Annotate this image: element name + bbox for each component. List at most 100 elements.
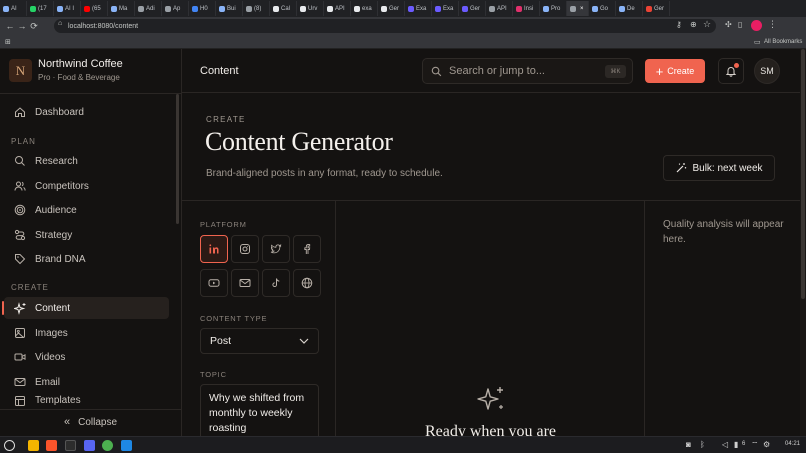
sidebar-item-email[interactable]: Email [4, 371, 169, 393]
browser-tab[interactable]: (65 [81, 1, 108, 16]
reload-icon[interactable]: ⟳ [28, 21, 40, 32]
sidepanel-icon[interactable]: ▯ [738, 20, 742, 29]
browser-tab[interactable]: Ger [378, 1, 405, 16]
sidebar-item-strategy[interactable]: Strategy [4, 224, 169, 246]
tiktok-icon [270, 277, 282, 289]
address-bar[interactable]: ⌂ localhost:8080/content [54, 19, 716, 33]
sidebar-item-videos[interactable]: Videos [4, 346, 169, 368]
browser-tab[interactable]: Exa [405, 1, 432, 16]
files-icon[interactable] [28, 440, 39, 451]
hero-title: Content Generator [205, 127, 393, 156]
sidebar-scrollbar[interactable] [176, 94, 179, 224]
browser-tab[interactable]: Pro [540, 1, 567, 16]
tab-label: API [497, 5, 507, 12]
topic-textarea[interactable]: Why we shifted from monthly to weekly ro… [200, 384, 319, 444]
zoom-icon[interactable]: ⊕ [690, 20, 697, 29]
browser-tab[interactable]: AI I [54, 1, 81, 16]
tab-close-icon[interactable]: × [580, 6, 584, 12]
platform-button-mail[interactable] [231, 269, 259, 297]
collapse-button[interactable]: « Collapse [64, 414, 117, 430]
browser-tab[interactable]: (17 [27, 1, 54, 16]
home-icon [8, 106, 32, 118]
platform-button-instagram[interactable] [231, 235, 259, 263]
volume-icon[interactable]: ◁ [722, 440, 728, 449]
create-button[interactable]: + Create [645, 59, 705, 83]
platform-button-twitter[interactable] [262, 235, 290, 263]
chrome-icon[interactable] [102, 440, 113, 451]
app-icon[interactable] [121, 440, 132, 451]
gamepad-icon[interactable]: ◙ [686, 440, 691, 449]
sidebar-item-competitors[interactable]: Competitors [4, 175, 169, 197]
browser-tab-strip: AI (17 AI I (65 Ma Adi Ap H0 Bui (8) Cal Urv API exa G… [0, 0, 806, 17]
browser-tab[interactable]: Ger [643, 1, 670, 16]
browser-tab[interactable]: Insi [513, 1, 540, 16]
discord-icon[interactable] [84, 440, 95, 451]
brave-icon[interactable] [46, 440, 57, 451]
sidebar-item-templates[interactable]: Templates [4, 395, 169, 409]
sidebar-item-dashboard[interactable]: Dashboard [4, 101, 169, 123]
sidebar-item-audience[interactable]: Audience [4, 199, 169, 221]
platform-button-globe[interactable] [293, 269, 321, 297]
tab-favicon-icon [165, 5, 171, 12]
sidebar-item-images[interactable]: Images [4, 322, 169, 344]
forward-icon[interactable]: → [16, 21, 28, 31]
password-key-icon[interactable]: ⚷ [676, 20, 682, 29]
brand-logo[interactable]: N [9, 59, 32, 82]
bookmark-star-icon[interactable]: ☆ [703, 19, 711, 30]
browser-tab[interactable]: (8) [243, 1, 270, 16]
platform-button-tiktok[interactable] [262, 269, 290, 297]
notifications-button[interactable] [718, 58, 744, 84]
top-header: Content Search or jump to... ⌘K + Create… [182, 49, 806, 93]
browser-tab[interactable]: Cal [270, 1, 297, 16]
page-hero: CREATE Content Generator Brand-aligned p… [182, 93, 806, 201]
browser-tab[interactable]: H0 [189, 1, 216, 16]
browser-tab[interactable]: Exa [432, 1, 459, 16]
search-input[interactable]: Search or jump to... ⌘K [422, 58, 633, 84]
content-type-select[interactable]: Post [200, 328, 319, 354]
tab-label: Ma [119, 5, 128, 12]
profile-avatar[interactable] [751, 20, 762, 31]
wifi-icon[interactable]: ⌔ [751, 440, 759, 450]
apps-grid-icon[interactable]: ⊞ [5, 38, 11, 46]
sidebar-item-brand-dna[interactable]: Brand DNA [4, 248, 169, 270]
site-info-icon[interactable]: ⌂ [58, 20, 62, 27]
page-scrollbar[interactable] [800, 49, 806, 436]
platform-button-linkedin[interactable] [200, 235, 228, 263]
browser-tab[interactable]: Go [589, 1, 616, 16]
tab-label: Ger [470, 5, 481, 12]
browser-tab[interactable]: Urv [297, 1, 324, 16]
tab-label: Go [600, 5, 609, 12]
browser-tab[interactable]: Bui [216, 1, 243, 16]
sidebar-item-label: Videos [35, 351, 66, 363]
battery-icon[interactable]: ▮ [734, 440, 738, 449]
sidebar-item-research[interactable]: Research [4, 150, 169, 172]
browser-tab[interactable]: × [567, 1, 589, 16]
tab-favicon-icon [570, 5, 576, 12]
browser-tab[interactable]: exa [351, 1, 378, 16]
platform-button-facebook[interactable] [293, 235, 321, 263]
browser-tab[interactable]: API [486, 1, 513, 16]
sidebar-item-content[interactable]: Content [2, 297, 169, 319]
browser-tab[interactable]: AI [0, 1, 27, 16]
browser-tab[interactable]: Ma [108, 1, 135, 16]
browser-tab[interactable]: De [616, 1, 643, 16]
back-icon[interactable]: ← [4, 21, 16, 31]
chrome-menu-icon[interactable]: ⋮ [768, 19, 777, 30]
browser-tab[interactable]: Ger [459, 1, 486, 16]
platform-button-youtube[interactable] [200, 269, 228, 297]
route-icon [8, 229, 32, 241]
tab-label: Exa [443, 5, 454, 12]
start-menu-icon[interactable] [4, 440, 15, 451]
user-avatar[interactable]: SM [754, 58, 780, 84]
browser-tab[interactable]: API [324, 1, 351, 16]
bulk-next-week-button[interactable]: Bulk: next week [663, 155, 775, 181]
all-bookmarks-link[interactable]: All Bookmarks [764, 39, 802, 45]
topic-text: Why we shifted from monthly to weekly ro… [209, 392, 305, 434]
tray-icon[interactable]: ⚙ [763, 440, 770, 449]
clock-time[interactable]: 04:21 [785, 441, 800, 447]
extensions-icon[interactable]: ✣ [725, 20, 732, 29]
browser-tab[interactable]: Adi [135, 1, 162, 16]
bluetooth-icon[interactable]: ᛒ [700, 440, 705, 449]
browser-tab[interactable]: Ap [162, 1, 189, 16]
terminal-icon[interactable] [65, 440, 76, 451]
